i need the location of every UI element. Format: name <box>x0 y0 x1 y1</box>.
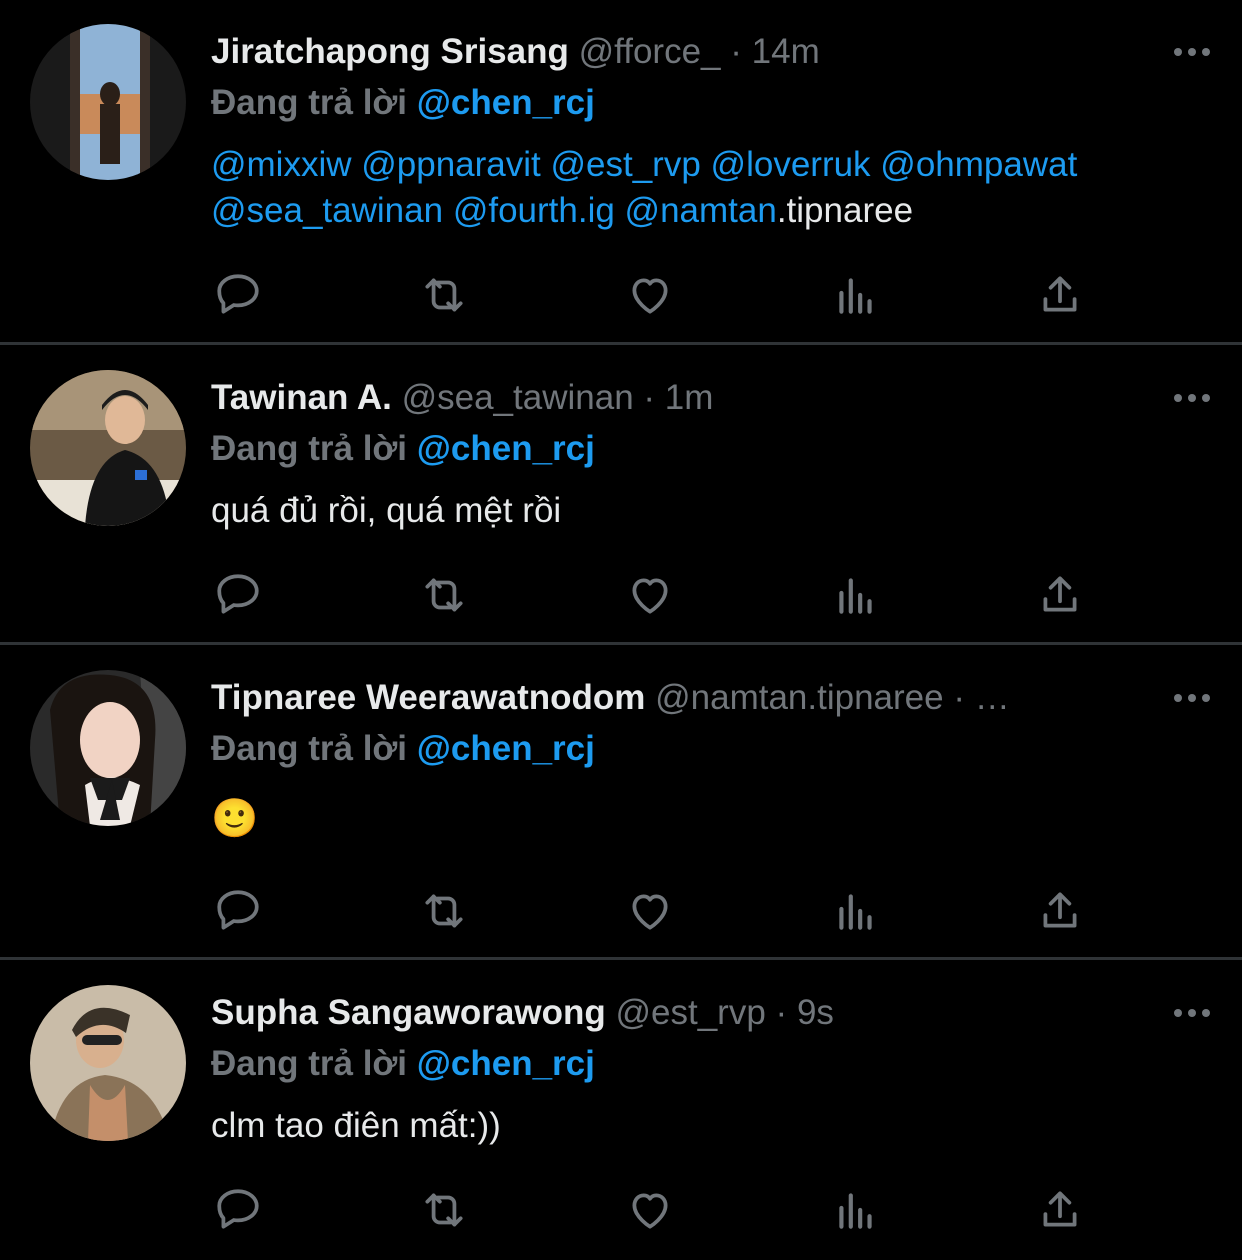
more-icon[interactable] <box>1172 32 1212 72</box>
separator: · <box>730 32 742 71</box>
analytics-icon[interactable] <box>831 1185 881 1235</box>
mention-link[interactable]: @ppnaravit <box>361 145 541 184</box>
reply-icon[interactable] <box>213 570 263 620</box>
user-handle[interactable]: @fforce_ <box>579 32 721 71</box>
action-bar <box>211 270 1111 330</box>
user-handle[interactable]: @est_rvp <box>616 993 766 1032</box>
more-icon[interactable] <box>1172 993 1212 1033</box>
like-icon[interactable] <box>625 886 675 936</box>
share-icon[interactable] <box>1035 886 1085 936</box>
tweet[interactable]: Jiratchapong Srisang @fforce_ · 14m Đang… <box>0 24 1242 344</box>
reply-context: Đang trả lời @chen_rcj <box>211 75 595 131</box>
analytics-icon[interactable] <box>831 570 881 620</box>
action-bar <box>211 570 1111 630</box>
like-icon[interactable] <box>625 270 675 320</box>
like-icon[interactable] <box>625 1185 675 1235</box>
mention-link[interactable]: @loverruk <box>711 145 871 184</box>
action-bar <box>211 886 1111 946</box>
reply-prefix: Đang trả lời <box>211 83 408 122</box>
more-icon[interactable] <box>1172 378 1212 418</box>
display-name[interactable]: Tawinan A. <box>211 378 392 417</box>
retweet-icon[interactable] <box>416 1185 472 1235</box>
action-bar <box>211 1185 1111 1245</box>
reply-mention[interactable]: @chen_rcj <box>417 429 595 468</box>
tweet-header: Tipnaree Weerawatnodom @namtan.tipnaree … <box>211 670 1010 726</box>
user-handle[interactable]: @namtan.tipnaree <box>655 678 943 717</box>
tweet[interactable]: Tipnaree Weerawatnodom @namtan.tipnaree … <box>0 670 1242 955</box>
reply-prefix: Đang trả lời <box>211 729 408 768</box>
display-name[interactable]: Jiratchapong Srisang <box>211 32 569 71</box>
divider <box>0 642 1242 645</box>
avatar[interactable] <box>30 670 186 826</box>
display-name[interactable]: Supha Sangaworawong <box>211 993 606 1032</box>
tweet-text-tail: .tipnaree <box>776 191 914 230</box>
timestamp[interactable]: … <box>975 678 1010 717</box>
reply-mention[interactable]: @chen_rcj <box>417 729 595 768</box>
analytics-icon[interactable] <box>831 270 881 320</box>
reply-icon[interactable] <box>213 270 263 320</box>
share-icon[interactable] <box>1035 570 1085 620</box>
reply-prefix: Đang trả lời <box>211 429 408 468</box>
mention-link[interactable]: @sea_tawinan <box>211 191 443 230</box>
user-handle[interactable]: @sea_tawinan <box>402 378 634 417</box>
tweet-header: Supha Sangaworawong @est_rvp · 9s <box>211 985 834 1041</box>
tweet-header: Tawinan A. @sea_tawinan · 1m <box>211 370 713 426</box>
analytics-icon[interactable] <box>831 886 881 936</box>
retweet-icon[interactable] <box>416 270 472 320</box>
reply-mention[interactable]: @chen_rcj <box>417 1044 595 1083</box>
separator: · <box>643 378 656 417</box>
tweet-text-line: @mixxiw @ppnaravit @est_rvp @loverruk @o… <box>211 142 1221 188</box>
reply-mention[interactable]: @chen_rcj <box>417 83 595 122</box>
tweet-text: clm tao điên mất:)) <box>211 1106 501 1145</box>
retweet-icon[interactable] <box>416 886 472 936</box>
like-icon[interactable] <box>625 570 675 620</box>
timestamp[interactable]: 14m <box>752 32 820 71</box>
reply-context: Đang trả lời @chen_rcj <box>211 721 595 777</box>
mention-link[interactable]: @fourth.ig <box>453 191 615 230</box>
avatar[interactable] <box>30 370 186 526</box>
timestamp[interactable]: 9s <box>797 993 834 1032</box>
reply-prefix: Đang trả lời <box>211 1044 408 1083</box>
separator: · <box>775 993 788 1032</box>
tweet-text: 🙂 <box>211 796 1221 843</box>
reply-context: Đang trả lời @chen_rcj <box>211 1036 595 1092</box>
avatar[interactable] <box>30 24 186 180</box>
mention-link[interactable]: @est_rvp <box>551 145 701 184</box>
share-icon[interactable] <box>1035 1185 1085 1235</box>
tweet-text: quá đủ rồi, quá mệt rồi <box>211 491 562 530</box>
tweet[interactable]: Supha Sangaworawong @est_rvp · 9s Đang t… <box>0 985 1242 1260</box>
reply-context: Đang trả lời @chen_rcj <box>211 421 595 477</box>
avatar[interactable] <box>30 985 186 1141</box>
display-name[interactable]: Tipnaree Weerawatnodom <box>211 678 645 717</box>
separator: · <box>953 678 965 717</box>
tweet-text-line: @sea_tawinan @fourth.ig @namtan.tipnaree <box>211 188 1221 234</box>
mention-link[interactable]: @mixxiw <box>211 145 352 184</box>
share-icon[interactable] <box>1035 270 1085 320</box>
reply-icon[interactable] <box>213 1185 263 1235</box>
divider <box>0 342 1242 345</box>
more-icon[interactable] <box>1172 678 1212 718</box>
tweet[interactable]: Tawinan A. @sea_tawinan · 1m Đang trả lờ… <box>0 370 1242 640</box>
mention-link[interactable]: @namtan <box>625 191 777 230</box>
tweet-text: @mixxiw @ppnaravit @est_rvp @loverruk @o… <box>211 142 1221 234</box>
timestamp[interactable]: 1m <box>665 378 714 417</box>
retweet-icon[interactable] <box>416 570 472 620</box>
divider <box>0 957 1242 960</box>
slightly-smiling-emoji: 🙂 <box>211 798 259 840</box>
tweet-header: Jiratchapong Srisang @fforce_ · 14m <box>211 24 820 80</box>
reply-icon[interactable] <box>213 886 263 936</box>
mention-link[interactable]: @ohmpawat <box>880 145 1077 184</box>
